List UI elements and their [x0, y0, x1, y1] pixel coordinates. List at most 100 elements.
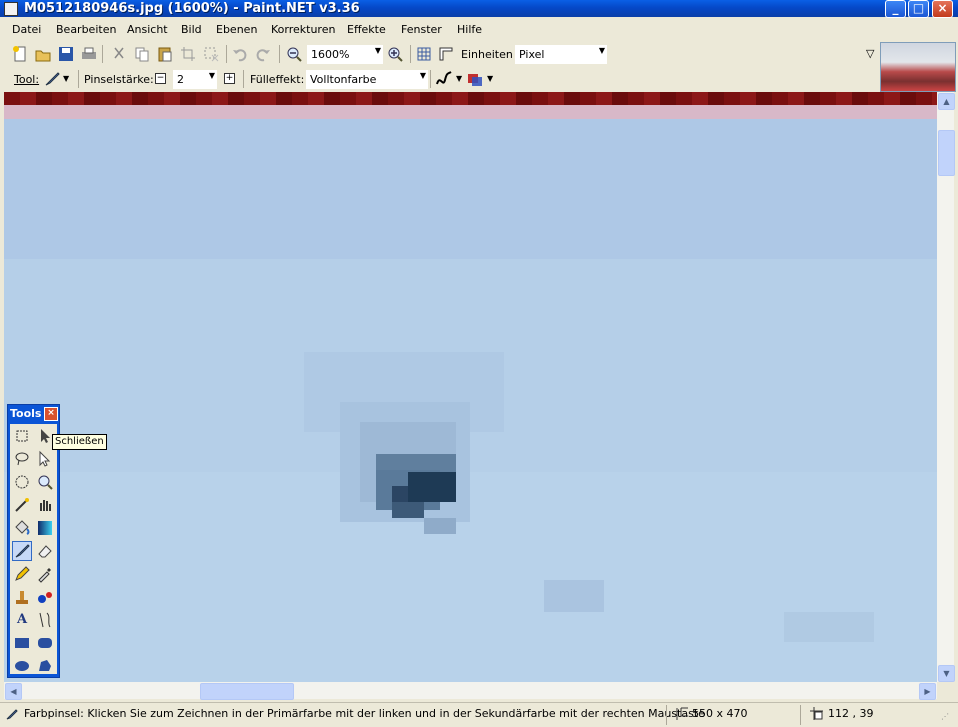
undo-icon[interactable]: [231, 45, 249, 63]
pencil-tool-icon[interactable]: [12, 564, 32, 584]
menu-bar: Datei Bearbeiten Ansicht Bild Ebenen Kor…: [0, 19, 880, 41]
menu-bearbeiten[interactable]: Bearbeiten: [56, 23, 116, 36]
menu-hilfe[interactable]: Hilfe: [457, 23, 482, 36]
zoom-dropdown[interactable]: 1600% ▼: [306, 44, 384, 65]
menu-bild[interactable]: Bild: [181, 23, 202, 36]
chevron-down-icon: ▼: [419, 71, 426, 80]
horizontal-scroll-thumb[interactable]: [200, 683, 294, 700]
pan-tool-icon[interactable]: [35, 495, 55, 515]
redo-icon[interactable]: [254, 45, 272, 63]
vertical-scroll-thumb[interactable]: [938, 130, 955, 176]
menu-effekte[interactable]: Effekte: [347, 23, 386, 36]
fill-value: Volltonfarbe: [310, 73, 377, 86]
menu-ebenen[interactable]: Ebenen: [216, 23, 257, 36]
ellipse-select-tool-icon[interactable]: [12, 472, 32, 492]
status-separator: [666, 705, 667, 725]
crop-icon[interactable]: [179, 45, 197, 63]
image-thumbnail[interactable]: [880, 42, 956, 92]
toolbar-separator: [226, 45, 227, 63]
text-tool-icon[interactable]: A: [12, 610, 32, 630]
image-canvas[interactable]: [4, 92, 937, 682]
toolbar-overflow-icon[interactable]: ▽: [866, 47, 874, 60]
clone-stamp-tool-icon[interactable]: [12, 587, 32, 607]
fill-label: Fülleffekt:: [250, 73, 305, 86]
units-label: Einheiten:: [461, 48, 517, 61]
title-bar: M0512180946s.jpg (1600%) - Paint.NET v3.…: [0, 0, 958, 18]
horizontal-scrollbar[interactable]: ◀ ▶: [4, 682, 937, 700]
gradient-tool-icon[interactable]: [35, 518, 55, 538]
scroll-left-button[interactable]: ◀: [5, 683, 22, 700]
minimize-button[interactable]: _: [885, 0, 906, 18]
chevron-down-icon[interactable]: ▼: [456, 74, 462, 83]
print-icon[interactable]: [80, 45, 98, 63]
freeform-shape-tool-icon[interactable]: [35, 656, 55, 676]
scroll-down-button[interactable]: ▼: [938, 665, 955, 682]
fill-dropdown[interactable]: Volltonfarbe ▼: [305, 69, 429, 90]
maximize-button[interactable]: □: [908, 0, 929, 18]
recolor-tool-icon[interactable]: [35, 587, 55, 607]
save-icon[interactable]: [57, 45, 75, 63]
vertical-scrollbar[interactable]: ▲ ▼: [937, 92, 955, 682]
tools-close-icon[interactable]: ×: [44, 407, 58, 421]
tool-options-toolbar: Tool: ▼ Pinselstärke: − 2 ▼ + Fülleffekt…: [0, 67, 880, 91]
chevron-down-icon[interactable]: ▼: [487, 74, 493, 83]
deselect-icon[interactable]: [202, 45, 220, 63]
tool-label: Tool:: [14, 73, 40, 86]
blend-mode-icon[interactable]: [466, 70, 484, 88]
rectangle-tool-icon[interactable]: [12, 633, 32, 653]
new-file-icon[interactable]: [11, 45, 29, 63]
eraser-tool-icon[interactable]: [35, 541, 55, 561]
brush-width-increase-button[interactable]: +: [224, 73, 235, 84]
zoom-value: 1600%: [311, 48, 350, 61]
canvas-pixels: [4, 119, 937, 682]
antialiasing-icon[interactable]: [435, 70, 453, 88]
rounded-rectangle-tool-icon[interactable]: [35, 633, 55, 653]
image-size-icon: [675, 707, 688, 721]
rectangle-select-tool-icon[interactable]: [12, 426, 32, 446]
copy-icon[interactable]: [133, 45, 151, 63]
menu-korrekturen[interactable]: Korrekturen: [271, 23, 335, 36]
tools-palette: A: [10, 424, 57, 674]
color-picker-tool-icon[interactable]: [35, 564, 55, 584]
scroll-right-button[interactable]: ▶: [919, 683, 936, 700]
tools-window-title: Tools: [10, 407, 42, 420]
zoom-in-icon[interactable]: [386, 45, 404, 63]
scroll-up-button[interactable]: ▲: [938, 93, 955, 110]
toolbar-separator: [279, 45, 280, 63]
units-dropdown[interactable]: Pixel ▼: [514, 44, 608, 65]
brush-width-dropdown[interactable]: 2 ▼: [172, 69, 218, 90]
lasso-select-tool-icon[interactable]: [12, 449, 32, 469]
open-folder-icon[interactable]: [34, 45, 52, 63]
resize-grip-icon[interactable]: ⋰: [941, 712, 949, 721]
tools-window-header[interactable]: Tools ×: [8, 405, 59, 423]
brush-width-decrease-button[interactable]: −: [155, 73, 166, 84]
rulers-icon[interactable]: [437, 45, 455, 63]
chevron-down-icon: ▼: [374, 46, 381, 55]
line-curve-tool-icon[interactable]: [35, 610, 55, 630]
paintbrush-tool-icon[interactable]: [43, 70, 61, 88]
menu-ansicht[interactable]: Ansicht: [127, 23, 168, 36]
magic-wand-tool-icon[interactable]: [12, 495, 32, 515]
status-message: Farbpinsel: Klicken Sie zum Zeichnen in …: [24, 707, 705, 720]
zoom-tool-icon[interactable]: [35, 472, 55, 492]
close-button[interactable]: ×: [932, 0, 953, 18]
ellipse-tool-icon[interactable]: [12, 656, 32, 676]
menu-datei[interactable]: Datei: [12, 23, 41, 36]
brush-width-label: Pinselstärke:: [84, 73, 154, 86]
grid-icon[interactable]: [415, 45, 433, 63]
chevron-down-icon[interactable]: ▼: [63, 74, 69, 83]
zoom-out-icon[interactable]: [285, 45, 303, 63]
toolbar-separator: [410, 45, 411, 63]
move-selection-tool-icon[interactable]: [35, 449, 55, 469]
main-toolbar: 1600% ▼ Einheiten: Pixel ▼ ▽: [0, 42, 880, 66]
cursor-position-value: 112 , 39: [828, 707, 874, 720]
window-title: M0512180946s.jpg (1600%) - Paint.NET v3.…: [24, 1, 360, 16]
cut-icon[interactable]: [110, 45, 128, 63]
chevron-down-icon: ▼: [208, 71, 215, 80]
paste-icon[interactable]: [156, 45, 174, 63]
paint-bucket-tool-icon[interactable]: [12, 518, 32, 538]
toolbar-separator: [430, 70, 431, 88]
paintbrush-tool-icon[interactable]: [12, 541, 32, 561]
menu-fenster[interactable]: Fenster: [401, 23, 442, 36]
paintnet-app-icon: [4, 2, 18, 16]
